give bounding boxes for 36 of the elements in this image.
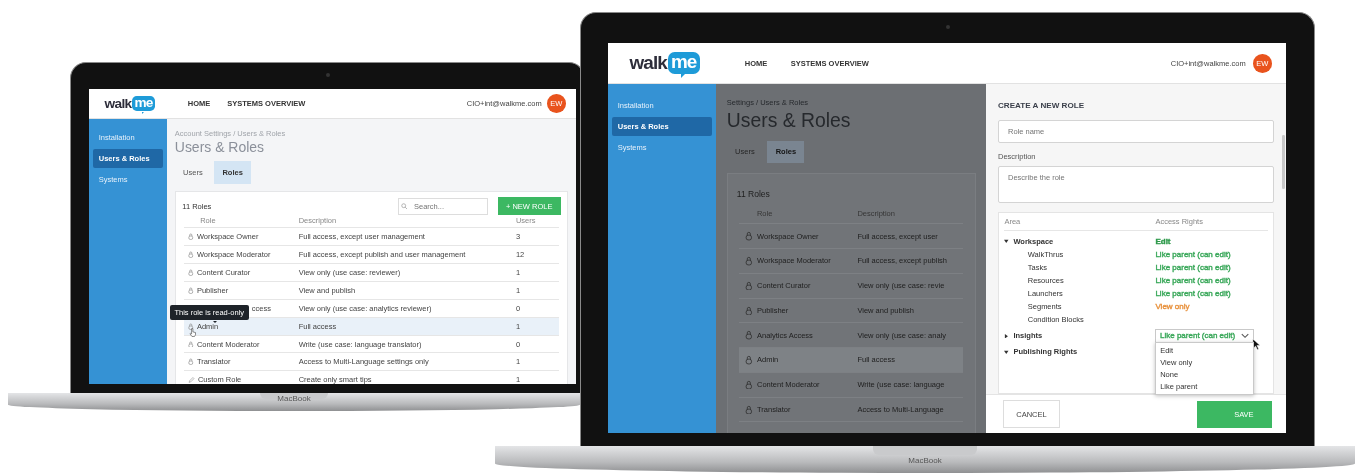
caret-icon[interactable] [1004,333,1009,339]
walkme-logo[interactable]: walk me [104,95,156,112]
lock-icon [188,269,194,276]
access-right: Like parent (can edit) [1155,250,1231,260]
caret-icon[interactable] [1004,238,1009,244]
lock-icon [744,305,753,316]
caret-icon[interactable] [1004,349,1009,354]
lock-icon [188,233,194,241]
page-title: Users & Roles [726,108,852,132]
page-title: Users & Roles [174,139,266,156]
access-right: View only [1155,302,1190,312]
lock-icon [744,231,753,241]
search-icon [401,203,408,210]
lock-icon [188,251,194,259]
lock-icon [744,256,753,266]
brand-label: MacBook [277,394,311,403]
pencil-icon [188,376,195,383]
lock-icon [744,379,753,390]
hinge-notch [259,393,329,400]
panel-title: CREATE A NEW ROLE [998,101,1086,111]
brand-label: MacBook [908,456,942,465]
access-right: Edit [1155,237,1171,247]
lock-icon [188,340,194,348]
lock-icon [188,358,194,366]
scrollbar [1281,134,1285,189]
lock-icon [744,330,753,340]
lock-icon [744,355,753,365]
roles-count: 11 Roles [736,188,770,199]
lock-icon [744,280,753,291]
lock-icon [744,404,753,415]
chevron-down-icon [1241,333,1250,339]
lock-icon [188,322,194,330]
access-right: Like parent (can edit) [1155,276,1231,286]
lock-icon [188,287,194,294]
access-right: Like parent (can edit) [1155,289,1231,299]
access-right: Like parent (can edit) [1155,263,1231,273]
